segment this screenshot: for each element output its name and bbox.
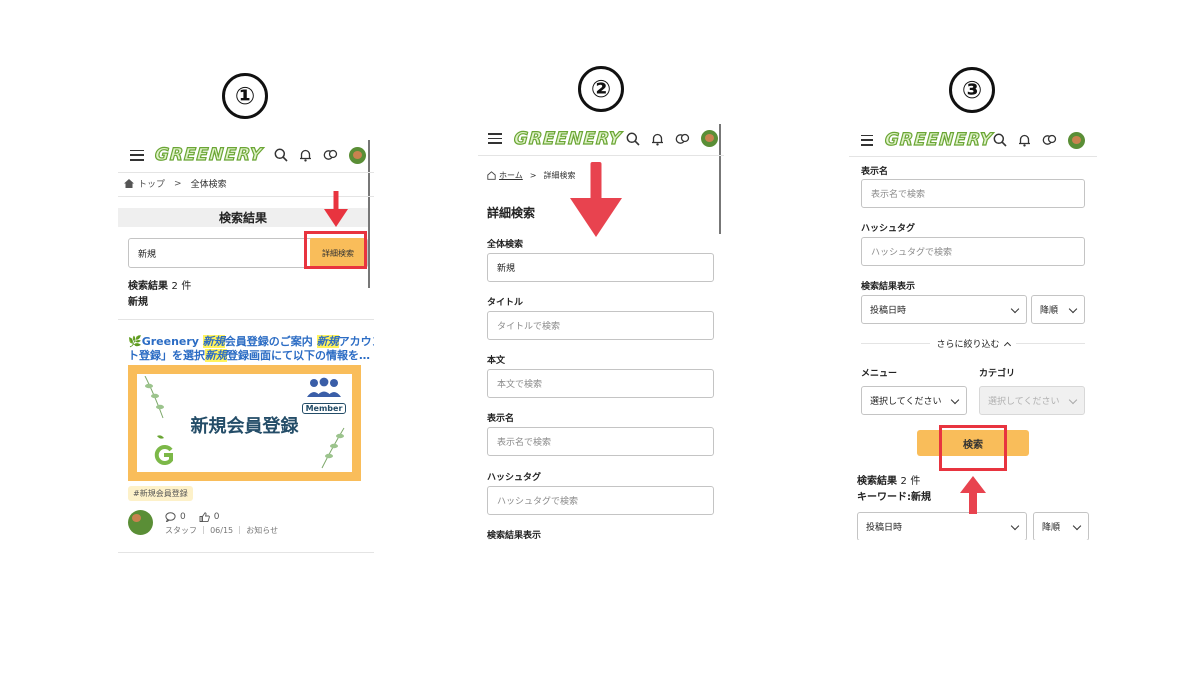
member-icon: Member	[302, 377, 346, 414]
title-search-input[interactable]: タイトルで検索	[487, 311, 714, 340]
display-name-search-input[interactable]: 表示名で検索	[487, 427, 714, 456]
arrow-down-icon	[570, 162, 622, 237]
scrollbar[interactable]	[719, 124, 721, 234]
display-name-search-input[interactable]: 表示名で検索	[861, 179, 1085, 208]
results-sort-field-select[interactable]: 投稿日時	[857, 512, 1027, 540]
like-count: 0	[213, 512, 220, 522]
search-icon[interactable]	[993, 133, 1007, 147]
chat-icon[interactable]	[1042, 133, 1057, 147]
hashtag-badge[interactable]: #新規会員登録	[128, 486, 193, 501]
hashtag-search-input[interactable]: ハッシュタグで検索	[487, 486, 714, 515]
breadcrumb: トップ > 全体検索	[124, 177, 227, 190]
label-menu: メニュー	[861, 369, 898, 379]
comment-count: 0	[180, 512, 186, 522]
sort-field-select[interactable]: 投稿日時	[861, 295, 1027, 324]
article-title-link[interactable]: 🌿Greenery 新規会員登録のご案内 新規アカウン ト登録」を選択新規登録画…	[128, 335, 374, 363]
comment-icon[interactable]	[165, 512, 176, 522]
step-3-number: ③	[949, 67, 995, 113]
label-category: カテゴリ	[979, 369, 1016, 379]
breadcrumb: ホーム > 詳細検索	[487, 170, 575, 181]
app-logo[interactable]: GREENERY	[513, 128, 624, 149]
label-hashtag: ハッシュタグ	[861, 224, 916, 234]
app-header: GREENERY	[118, 138, 374, 172]
label-title: タイトル	[487, 298, 524, 308]
home-icon[interactable]	[124, 179, 134, 188]
breadcrumb-current: 全体検索	[190, 180, 227, 190]
menu-select[interactable]: 選択してください	[861, 386, 967, 415]
chevron-down-icon	[950, 395, 960, 405]
home-icon[interactable]	[487, 171, 496, 180]
label-global-search: 全体検索	[487, 240, 524, 250]
result-count: 検索結果 2 件	[128, 281, 192, 292]
label-display-name: 表示名	[861, 167, 889, 177]
chevron-down-icon	[1072, 521, 1082, 531]
chevron-down-icon	[1010, 521, 1020, 531]
app-header: GREENERY	[849, 124, 1097, 156]
breadcrumb-home[interactable]: トップ	[138, 177, 165, 190]
label-result-display: 検索結果表示	[861, 282, 916, 292]
label-display-name: 表示名	[487, 414, 515, 424]
chevron-down-icon	[1068, 304, 1078, 314]
hashtag-search-input[interactable]: ハッシュタグで検索	[861, 237, 1085, 266]
narrow-down-toggle[interactable]: さらに絞り込む	[849, 337, 1097, 350]
step-1-number: ①	[222, 73, 268, 119]
global-search-input[interactable]: 新規	[487, 253, 714, 282]
chat-icon[interactable]	[675, 132, 690, 146]
search-icon[interactable]	[274, 148, 288, 162]
category-select: 選択してください	[979, 386, 1085, 415]
page-title: 検索結果	[218, 211, 267, 225]
menu-icon[interactable]	[488, 133, 502, 144]
app-logo[interactable]: GREENERY	[884, 129, 995, 150]
result-keyword: 新規	[128, 297, 148, 308]
results-sort-order-select[interactable]: 降順	[1033, 512, 1089, 540]
user-avatar[interactable]	[349, 146, 366, 164]
article-banner-image[interactable]: 新規会員登録 Member	[128, 365, 361, 481]
chevron-down-icon	[1068, 395, 1078, 405]
result-keyword: キーワード:新規	[857, 492, 931, 503]
step-2-number: ②	[578, 66, 624, 112]
author-avatar[interactable]	[128, 510, 153, 535]
menu-icon[interactable]	[861, 134, 874, 146]
breadcrumb-home[interactable]: ホーム	[499, 170, 523, 181]
user-avatar[interactable]	[701, 130, 718, 147]
bell-icon[interactable]	[1018, 133, 1031, 147]
arrow-up-icon	[960, 476, 986, 514]
article-meta: スタッフ ｜ 06/15 ｜ お知らせ	[165, 526, 279, 535]
g-logo-icon	[154, 435, 173, 465]
bell-icon[interactable]	[299, 148, 312, 162]
menu-icon[interactable]	[130, 149, 144, 161]
highlight-box-search-button	[939, 425, 1007, 471]
branch-decoration-icon	[321, 427, 345, 469]
reaction-row: 0 0	[165, 512, 219, 522]
search-icon[interactable]	[626, 132, 640, 146]
result-count: 検索結果 2 件	[857, 476, 921, 487]
chevron-down-icon	[1010, 304, 1020, 314]
sort-order-select[interactable]: 降順	[1031, 295, 1085, 324]
page-title: 詳細検索	[487, 206, 536, 220]
user-avatar[interactable]	[1068, 131, 1085, 149]
bell-icon[interactable]	[651, 132, 664, 146]
app-header: GREENERY	[478, 122, 724, 155]
app-logo[interactable]: GREENERY	[154, 144, 265, 165]
chat-icon[interactable]	[323, 148, 338, 162]
label-result-display: 検索結果表示	[487, 531, 542, 540]
label-hashtag: ハッシュタグ	[487, 473, 542, 483]
arrow-down-icon	[324, 191, 348, 227]
scrollbar[interactable]	[368, 140, 370, 288]
highlight-box-advanced-search	[304, 231, 367, 269]
chevron-up-icon	[1003, 341, 1011, 349]
like-icon[interactable]	[199, 512, 210, 522]
body-search-input[interactable]: 本文で検索	[487, 369, 714, 398]
label-body: 本文	[487, 356, 506, 366]
